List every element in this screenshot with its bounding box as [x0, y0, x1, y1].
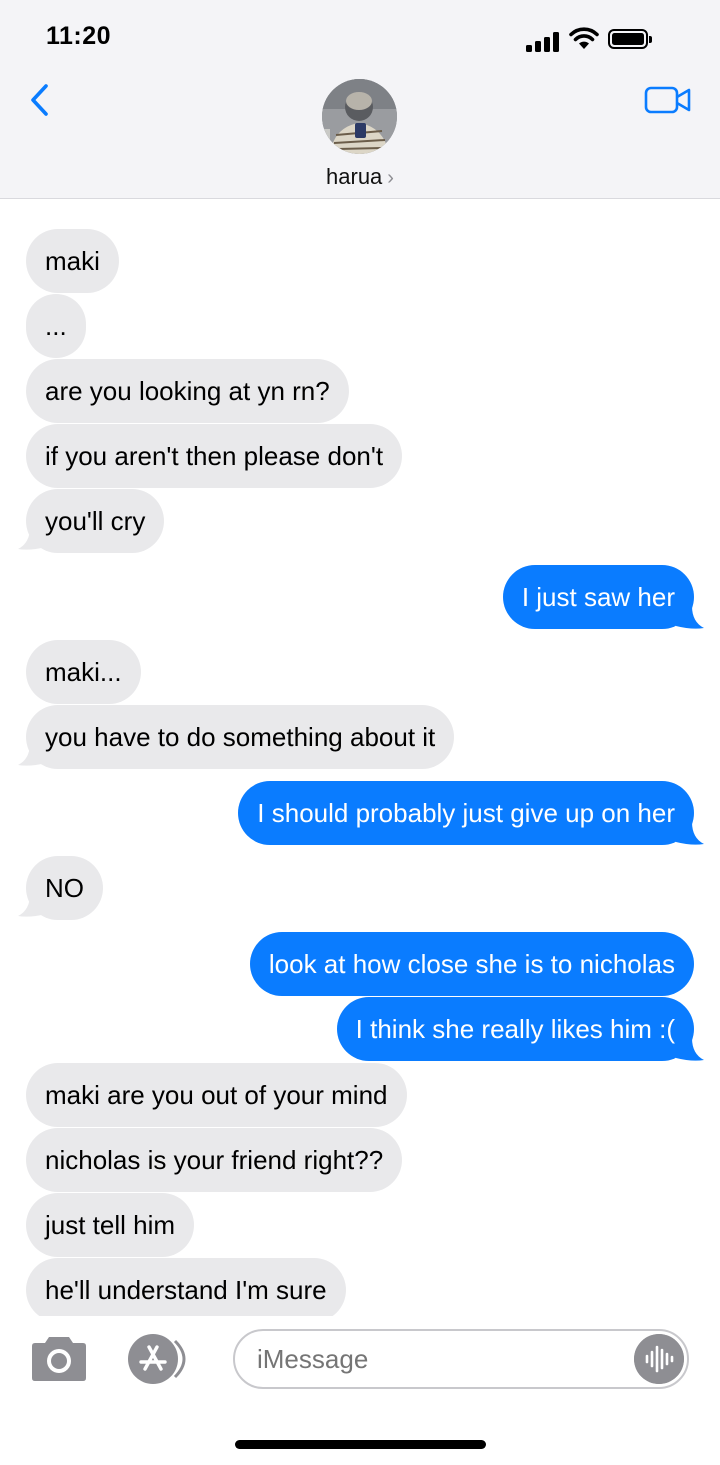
avatar-photo [322, 79, 397, 154]
message-bubble[interactable]: maki... [26, 640, 141, 704]
facetime-video-icon[interactable] [644, 84, 692, 116]
back-chevron-icon[interactable] [24, 80, 64, 120]
message-bubble[interactable]: I think she really likes him :( [336, 997, 694, 1061]
app-store-icon[interactable] [126, 1332, 196, 1386]
message-bubble[interactable]: just tell him [26, 1193, 195, 1257]
message-thread[interactable]: maki ... are you looking at yn rn? if yo… [0, 199, 720, 1316]
battery-icon [608, 29, 652, 49]
message-bubble[interactable]: are you looking at yn rn? [26, 359, 349, 423]
message-bubble[interactable]: you have to do something about it [26, 705, 455, 769]
message-bubble[interactable]: I should probably just give up on her [238, 781, 694, 845]
conversation-header: 11:20 harua › [0, 0, 720, 199]
home-indicator [235, 1440, 486, 1449]
message-bubble[interactable]: he'll understand I'm sure [26, 1258, 346, 1316]
message-bubble[interactable]: if you aren't then please don't [26, 424, 403, 488]
message-bubble[interactable]: look at how close she is to nicholas [249, 932, 694, 996]
message-bubble[interactable]: I just saw her [502, 565, 694, 629]
contact-name: harua [326, 164, 383, 189]
cellular-signal-icon [526, 32, 562, 52]
audio-waveform-icon[interactable] [634, 1334, 684, 1384]
chevron-right-icon: › [387, 167, 394, 189]
message-bubble[interactable]: maki are you out of your mind [26, 1063, 407, 1127]
imessage-input[interactable] [233, 1329, 689, 1389]
camera-icon[interactable] [28, 1334, 90, 1384]
message-bubble[interactable]: maki [26, 229, 119, 293]
message-bubble[interactable]: nicholas is your friend right?? [26, 1128, 403, 1192]
message-bubble[interactable]: you'll cry [26, 489, 165, 553]
contact-avatar[interactable] [322, 79, 397, 154]
wifi-icon [569, 27, 599, 49]
status-time: 11:20 [46, 22, 112, 50]
message-bubble[interactable]: NO [26, 856, 103, 920]
contact-name-link[interactable]: harua › [0, 164, 720, 190]
message-bubble[interactable]: ... [26, 294, 86, 358]
